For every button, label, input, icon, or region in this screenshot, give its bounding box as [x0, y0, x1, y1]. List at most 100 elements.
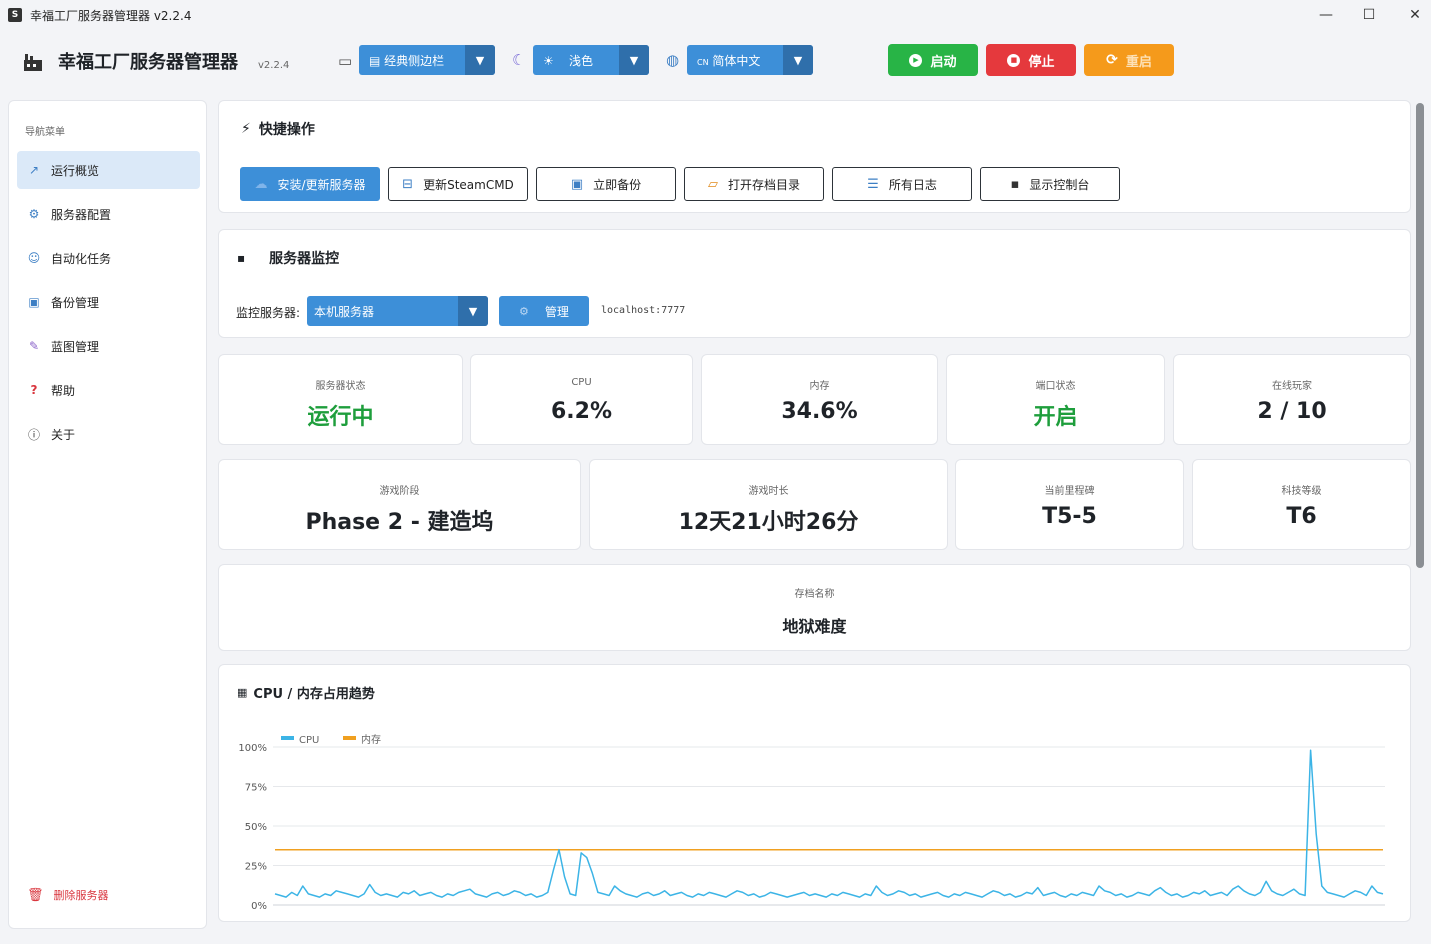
- factory-icon: [24, 54, 42, 71]
- user-icon: ☺: [27, 251, 41, 265]
- server-status-value: 运行中: [307, 405, 374, 430]
- server-icon: ▪: [237, 251, 246, 265]
- y-tick-label: 0%: [251, 901, 267, 912]
- all-logs-button[interactable]: ☰ 所有日志: [832, 167, 972, 201]
- game-phase-value: Phase 2 - 建造坞: [305, 510, 494, 535]
- sidebar-icon: ▤: [369, 53, 381, 68]
- info-icon: ⓘ: [27, 427, 40, 442]
- lightning-icon: ⚡: [241, 121, 251, 137]
- usage-chart: 0% 25% 50% 75% 100% CPU 内存: [238, 733, 1385, 912]
- flag-icon: CN: [697, 57, 709, 67]
- stat-play-time: 游戏时长 12天21小时26分: [589, 459, 948, 550]
- stat-tech-tier: 科技等级 T6: [1192, 459, 1411, 550]
- app-header: 幸福工厂服务器管理器 v2.2.4 ▭ ▤ 经典侧边栏 ▼ ☾ ☀ 浅色 ▼ ◍…: [0, 30, 1431, 92]
- restart-button[interactable]: ⟳ 重启: [1084, 44, 1174, 76]
- sidebar-item-backup[interactable]: ▣ 备份管理: [17, 283, 200, 321]
- notebook-icon: ☰: [867, 176, 879, 192]
- tech-tier-value: T6: [1286, 504, 1317, 529]
- maximize-button[interactable]: ☐: [1346, 0, 1392, 30]
- y-tick-label: 75%: [245, 783, 267, 794]
- stop-button[interactable]: ■ 停止: [986, 44, 1076, 76]
- legend-label[interactable]: CPU: [299, 735, 319, 746]
- monitor-server-value: 本机服务器: [314, 304, 375, 319]
- stat-game-phase: 游戏阶段 Phase 2 - 建造坞: [218, 459, 581, 550]
- quick-actions-title: ⚡ 快捷操作: [241, 121, 315, 138]
- stat-server-status: 服务器状态 运行中: [218, 354, 463, 445]
- sun-icon: ☀: [543, 53, 554, 68]
- question-icon: ?: [30, 383, 38, 397]
- play-time-value: 12天21小时26分: [678, 510, 859, 535]
- title-bar: S 幸福工厂服务器管理器 v2.2.4 — ☐ ✕: [0, 0, 1431, 30]
- delete-server-button[interactable]: 🗑 删除服务器: [27, 887, 109, 903]
- wrench-icon: ✎: [28, 339, 40, 353]
- sidebar: 导航菜单 ↗ 运行概览 ⚙ 服务器配置 ☺ 自动化任务 ▣ 备份管理 ✎ 蓝图管…: [8, 100, 207, 929]
- language-select-value: 简体中文: [712, 53, 761, 68]
- backup-now-button[interactable]: ▣ 立即备份: [536, 167, 676, 201]
- trash-icon: 🗑: [27, 887, 44, 903]
- y-tick-label: 25%: [245, 862, 267, 873]
- cloud-icon: ☁: [254, 176, 268, 192]
- stat-port-status: 端口状态 开启: [946, 354, 1165, 445]
- memory-value: 34.6%: [781, 399, 858, 424]
- sidebar-item-automation[interactable]: ☺ 自动化任务: [17, 239, 200, 277]
- stat-online-players: 在线玩家 2 / 10: [1173, 354, 1411, 445]
- brand-name: 幸福工厂服务器管理器: [58, 52, 238, 73]
- milestone-value: T5-5: [1042, 504, 1097, 529]
- brand-version: v2.2.4: [258, 60, 290, 71]
- sidebar-caption: 导航菜单: [25, 127, 65, 138]
- show-console-button[interactable]: ▪ 显示控制台: [980, 167, 1120, 201]
- save-icon: ▣: [570, 176, 584, 192]
- stop-icon: ■: [1007, 53, 1021, 67]
- gear-icon: ⚙: [28, 207, 40, 221]
- sidebar-item-server-config[interactable]: ⚙ 服务器配置: [17, 195, 200, 233]
- manage-button[interactable]: ⚙ 管理: [499, 296, 589, 326]
- legend-label[interactable]: 内存: [361, 733, 381, 746]
- port-status-value: 开启: [1033, 405, 1078, 430]
- layout-select-value: 经典侧边栏: [384, 53, 445, 68]
- install-update-server-button[interactable]: ☁ 安装/更新服务器: [240, 167, 380, 201]
- app-icon: S: [8, 8, 22, 22]
- cpu-value: 6.2%: [550, 399, 612, 424]
- open-save-folder-button[interactable]: ▱ 打开存档目录: [684, 167, 824, 201]
- theme-select[interactable]: ☀ 浅色 ▼: [533, 45, 649, 75]
- sidebar-item-blueprint[interactable]: ✎ 蓝图管理: [17, 327, 200, 365]
- gear-icon: ⚙: [519, 304, 529, 318]
- y-tick-label: 50%: [245, 822, 267, 833]
- monitor-server-label: 监控服务器:: [236, 306, 301, 320]
- update-steamcmd-button[interactable]: ⊟ 更新SteamCMD: [388, 167, 528, 201]
- sidebar-item-overview[interactable]: ↗ 运行概览: [17, 151, 200, 189]
- online-players-value: 2 / 10: [1257, 399, 1327, 424]
- chevron-down-icon: ▼: [619, 45, 649, 75]
- monitor-server-select[interactable]: 本机服务器 ▼: [307, 296, 488, 326]
- language-select[interactable]: CN 简体中文 ▼: [687, 45, 813, 75]
- layout-select[interactable]: ▤ 经典侧边栏 ▼: [359, 45, 495, 75]
- stat-milestone: 当前里程碑 T5-5: [955, 459, 1184, 550]
- globe-icon: ◍: [666, 51, 680, 69]
- legend-swatch[interactable]: [281, 736, 294, 740]
- server-address: localhost:7777: [601, 305, 686, 316]
- chevron-down-icon: ▼: [465, 45, 495, 75]
- save-name-value: 地狱难度: [782, 617, 847, 636]
- legend-swatch[interactable]: [343, 736, 356, 740]
- layout-icon: ▭: [338, 52, 353, 70]
- stat-cpu: CPU 6.2%: [470, 354, 693, 445]
- sidebar-item-about[interactable]: ⓘ 关于: [17, 415, 200, 453]
- minimize-button[interactable]: —: [1303, 0, 1349, 30]
- folder-icon: ▱: [707, 176, 718, 192]
- usage-chart-card: ▦ CPU / 内存占用趋势 0% 25% 50% 75% 100% CPU 内存: [218, 664, 1411, 922]
- chart-icon: ↗: [28, 163, 40, 177]
- server-icon: ▪: [1010, 176, 1020, 192]
- save-name-card: 存档名称 地狱难度: [218, 564, 1411, 651]
- save-icon: ▣: [28, 295, 40, 309]
- theme-select-value: 浅色: [569, 53, 594, 68]
- start-button[interactable]: ▶ 启动: [888, 44, 978, 76]
- refresh-icon: ⟳: [1106, 52, 1118, 68]
- chevron-down-icon: ▼: [783, 45, 813, 75]
- close-button[interactable]: ✕: [1392, 0, 1431, 30]
- sidebar-item-help[interactable]: ? 帮助: [17, 371, 200, 409]
- window-title: 幸福工厂服务器管理器 v2.2.4: [30, 8, 192, 23]
- server-monitor-title: ▪ 服务器监控: [237, 251, 340, 267]
- server-monitor-card: ▪ 服务器监控 监控服务器: 本机服务器 ▼ ⚙ 管理 localhost:77…: [218, 229, 1411, 338]
- y-tick-label: 100%: [238, 743, 267, 754]
- scrollbar[interactable]: [1416, 103, 1424, 568]
